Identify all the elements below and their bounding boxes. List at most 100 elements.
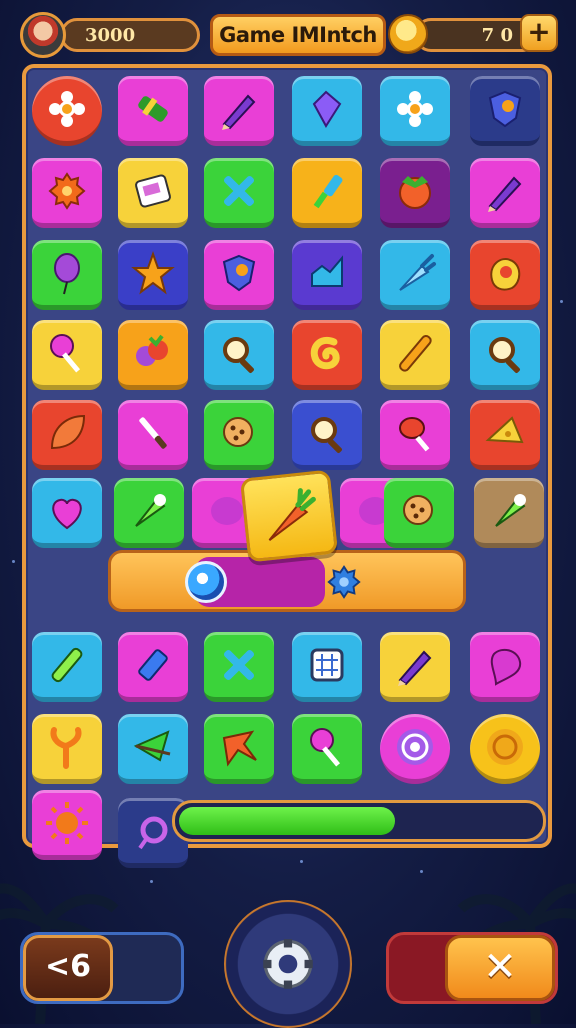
board-tile[interactable] bbox=[380, 76, 450, 146]
lollipop-icon bbox=[310, 727, 341, 766]
board-tile[interactable] bbox=[204, 400, 274, 470]
carrot-icon bbox=[268, 488, 316, 541]
board-tile[interactable] bbox=[470, 240, 540, 310]
score-value: 3000 bbox=[85, 25, 136, 46]
score-panel: 3000 bbox=[60, 18, 200, 52]
lighter-icon bbox=[138, 648, 168, 681]
board-tile[interactable] bbox=[32, 478, 102, 548]
ring-icon bbox=[138, 816, 168, 849]
board-tile[interactable] bbox=[118, 320, 188, 390]
board-tile[interactable] bbox=[380, 320, 450, 390]
tomato-icon bbox=[399, 175, 431, 209]
back-button[interactable]: <6 bbox=[23, 935, 113, 1001]
board-tile[interactable] bbox=[380, 400, 450, 470]
marker-icon bbox=[51, 647, 83, 682]
magnifier-icon bbox=[489, 336, 520, 373]
board-tile[interactable] bbox=[118, 400, 188, 470]
lollipop-icon bbox=[50, 333, 81, 372]
board-tile[interactable] bbox=[470, 320, 540, 390]
board-tile[interactable] bbox=[32, 320, 102, 390]
board-tile[interactable] bbox=[32, 76, 102, 146]
board-tile[interactable] bbox=[292, 240, 362, 310]
bird-icon bbox=[222, 730, 257, 767]
egg-icon bbox=[490, 257, 521, 291]
add-coins-button[interactable]: + bbox=[520, 14, 558, 52]
board-tile[interactable] bbox=[380, 240, 450, 310]
magnifier-icon bbox=[223, 336, 254, 373]
racket-icon bbox=[399, 416, 430, 451]
board-tile[interactable] bbox=[474, 478, 544, 548]
board-tile[interactable] bbox=[470, 714, 540, 784]
pencil-icon bbox=[488, 176, 522, 212]
board-tile[interactable] bbox=[114, 478, 184, 548]
board-tile[interactable] bbox=[470, 400, 540, 470]
board-tile[interactable] bbox=[292, 76, 362, 146]
star-icon bbox=[131, 250, 175, 295]
board-tile[interactable] bbox=[204, 320, 274, 390]
board-tile[interactable] bbox=[384, 478, 454, 548]
board-tile[interactable] bbox=[292, 714, 362, 784]
board-tile[interactable] bbox=[204, 158, 274, 228]
coin-count: 7 0 bbox=[481, 25, 513, 46]
star-decoration bbox=[560, 300, 563, 303]
heart-icon bbox=[52, 498, 82, 529]
board-tile[interactable] bbox=[32, 714, 102, 784]
board-tile[interactable] bbox=[204, 76, 274, 146]
star-decoration bbox=[420, 870, 423, 873]
cheese-icon bbox=[485, 415, 524, 443]
board-tile[interactable] bbox=[32, 240, 102, 310]
spiral-icon bbox=[397, 728, 433, 765]
board-tile[interactable] bbox=[204, 632, 274, 702]
board-tile[interactable] bbox=[470, 158, 540, 228]
sun-icon bbox=[46, 801, 88, 844]
close-control: ✕ bbox=[386, 932, 558, 1004]
orb-icon[interactable] bbox=[185, 561, 227, 603]
board-tile[interactable] bbox=[470, 76, 540, 146]
combo-slider[interactable] bbox=[108, 550, 466, 612]
board-tile[interactable] bbox=[32, 632, 102, 702]
coin-icon bbox=[487, 728, 523, 765]
center-action-button[interactable] bbox=[224, 900, 352, 1028]
board-tile[interactable] bbox=[32, 158, 102, 228]
cookie-icon bbox=[223, 416, 253, 447]
board-tile[interactable] bbox=[470, 632, 540, 702]
board-tile[interactable] bbox=[292, 158, 362, 228]
board-tile[interactable] bbox=[380, 714, 450, 784]
board-tile[interactable] bbox=[292, 632, 362, 702]
cross-icon bbox=[223, 175, 255, 206]
board-tile[interactable] bbox=[118, 714, 188, 784]
board-tile[interactable] bbox=[32, 790, 102, 860]
pin-icon bbox=[490, 648, 522, 686]
carrot-icon bbox=[399, 253, 436, 291]
close-button[interactable]: ✕ bbox=[445, 935, 555, 1001]
brush-icon bbox=[313, 174, 343, 208]
board-tile[interactable] bbox=[292, 400, 362, 470]
star-decoration bbox=[300, 860, 303, 863]
window-icon bbox=[310, 648, 344, 681]
flower-icon bbox=[397, 90, 433, 127]
title-plate: Game IMIntch bbox=[210, 14, 386, 56]
flower-icon bbox=[49, 90, 85, 127]
gear-icon bbox=[263, 939, 313, 989]
selected-carrot-tile[interactable] bbox=[239, 469, 339, 563]
stick-icon bbox=[399, 334, 432, 372]
board-tile[interactable] bbox=[118, 158, 188, 228]
cookie-icon bbox=[403, 494, 433, 525]
coin-icon bbox=[388, 14, 428, 54]
board-tile[interactable] bbox=[380, 632, 450, 702]
sprout-icon bbox=[50, 726, 82, 769]
board-tile[interactable] bbox=[204, 714, 274, 784]
level-progress-fill bbox=[179, 807, 396, 835]
knife-icon bbox=[139, 416, 167, 449]
player-avatar[interactable] bbox=[20, 12, 66, 58]
board-tile[interactable] bbox=[118, 240, 188, 310]
cone-icon bbox=[495, 493, 526, 527]
board-tile[interactable] bbox=[292, 320, 362, 390]
board-tile[interactable] bbox=[118, 76, 188, 146]
board-tile[interactable] bbox=[380, 158, 450, 228]
candy-icon bbox=[138, 95, 168, 122]
board-tile[interactable] bbox=[204, 240, 274, 310]
board-tile[interactable] bbox=[32, 400, 102, 470]
board-tile[interactable] bbox=[118, 632, 188, 702]
card-icon bbox=[135, 173, 171, 208]
